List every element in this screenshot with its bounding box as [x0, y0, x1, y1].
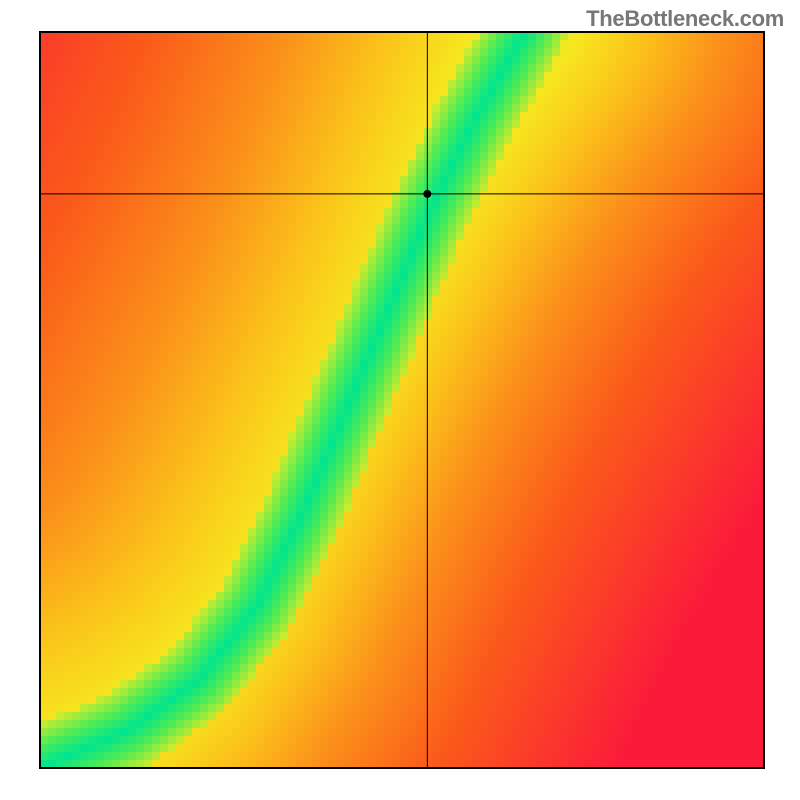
bottleneck-heatmap [0, 0, 800, 800]
crosshair-marker [423, 190, 431, 198]
watermark-text: TheBottleneck.com [586, 6, 784, 32]
